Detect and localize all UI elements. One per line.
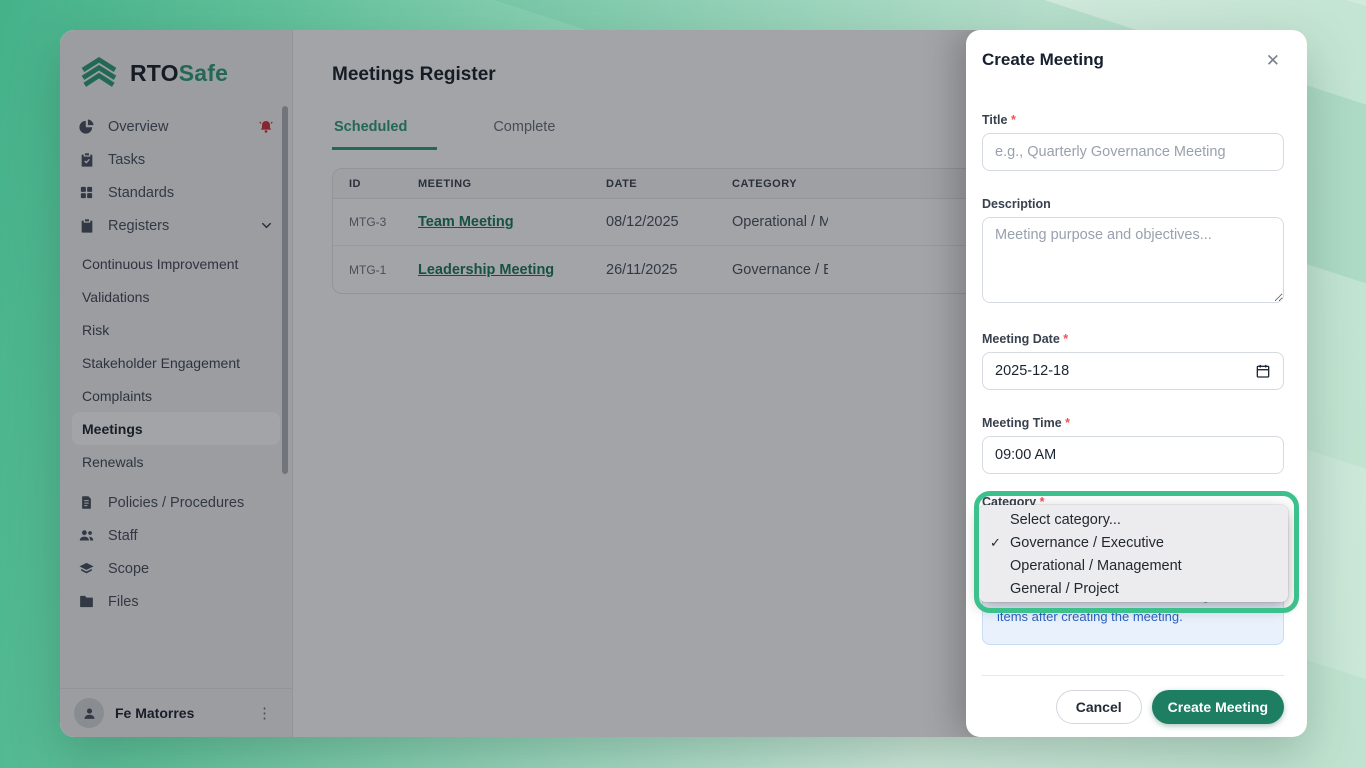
meeting-date-label: Meeting Date *	[982, 332, 1284, 346]
category-option[interactable]: General / Project	[979, 577, 1288, 600]
create-meeting-modal: Create Meeting ✕ Title * Description Mee…	[966, 30, 1307, 737]
cancel-button[interactable]: Cancel	[1056, 690, 1142, 724]
app-window: RTOSafe Overview	[60, 30, 1307, 737]
calendar-icon[interactable]	[1255, 363, 1271, 379]
title-label: Title *	[982, 113, 1284, 127]
check-icon: ✓	[990, 535, 1001, 551]
title-input[interactable]	[982, 133, 1284, 171]
meeting-date-input[interactable]: 2025-12-18	[982, 352, 1284, 390]
category-option[interactable]: Select category...	[979, 508, 1288, 531]
description-textarea[interactable]	[982, 217, 1284, 303]
close-icon[interactable]: ✕	[1262, 50, 1284, 71]
category-dropdown-popup: Select category... ✓Governance / Executi…	[979, 505, 1288, 602]
modal-footer: Cancel Create Meeting	[982, 675, 1284, 724]
category-option-selected[interactable]: ✓Governance / Executive	[979, 531, 1288, 554]
meeting-time-label: Meeting Time *	[982, 416, 1284, 430]
meeting-time-input[interactable]: 09:00 AM	[982, 436, 1284, 474]
modal-title: Create Meeting	[982, 50, 1104, 70]
create-meeting-button[interactable]: Create Meeting	[1152, 690, 1284, 724]
category-option[interactable]: Operational / Management	[979, 554, 1288, 577]
description-label: Description	[982, 197, 1284, 211]
